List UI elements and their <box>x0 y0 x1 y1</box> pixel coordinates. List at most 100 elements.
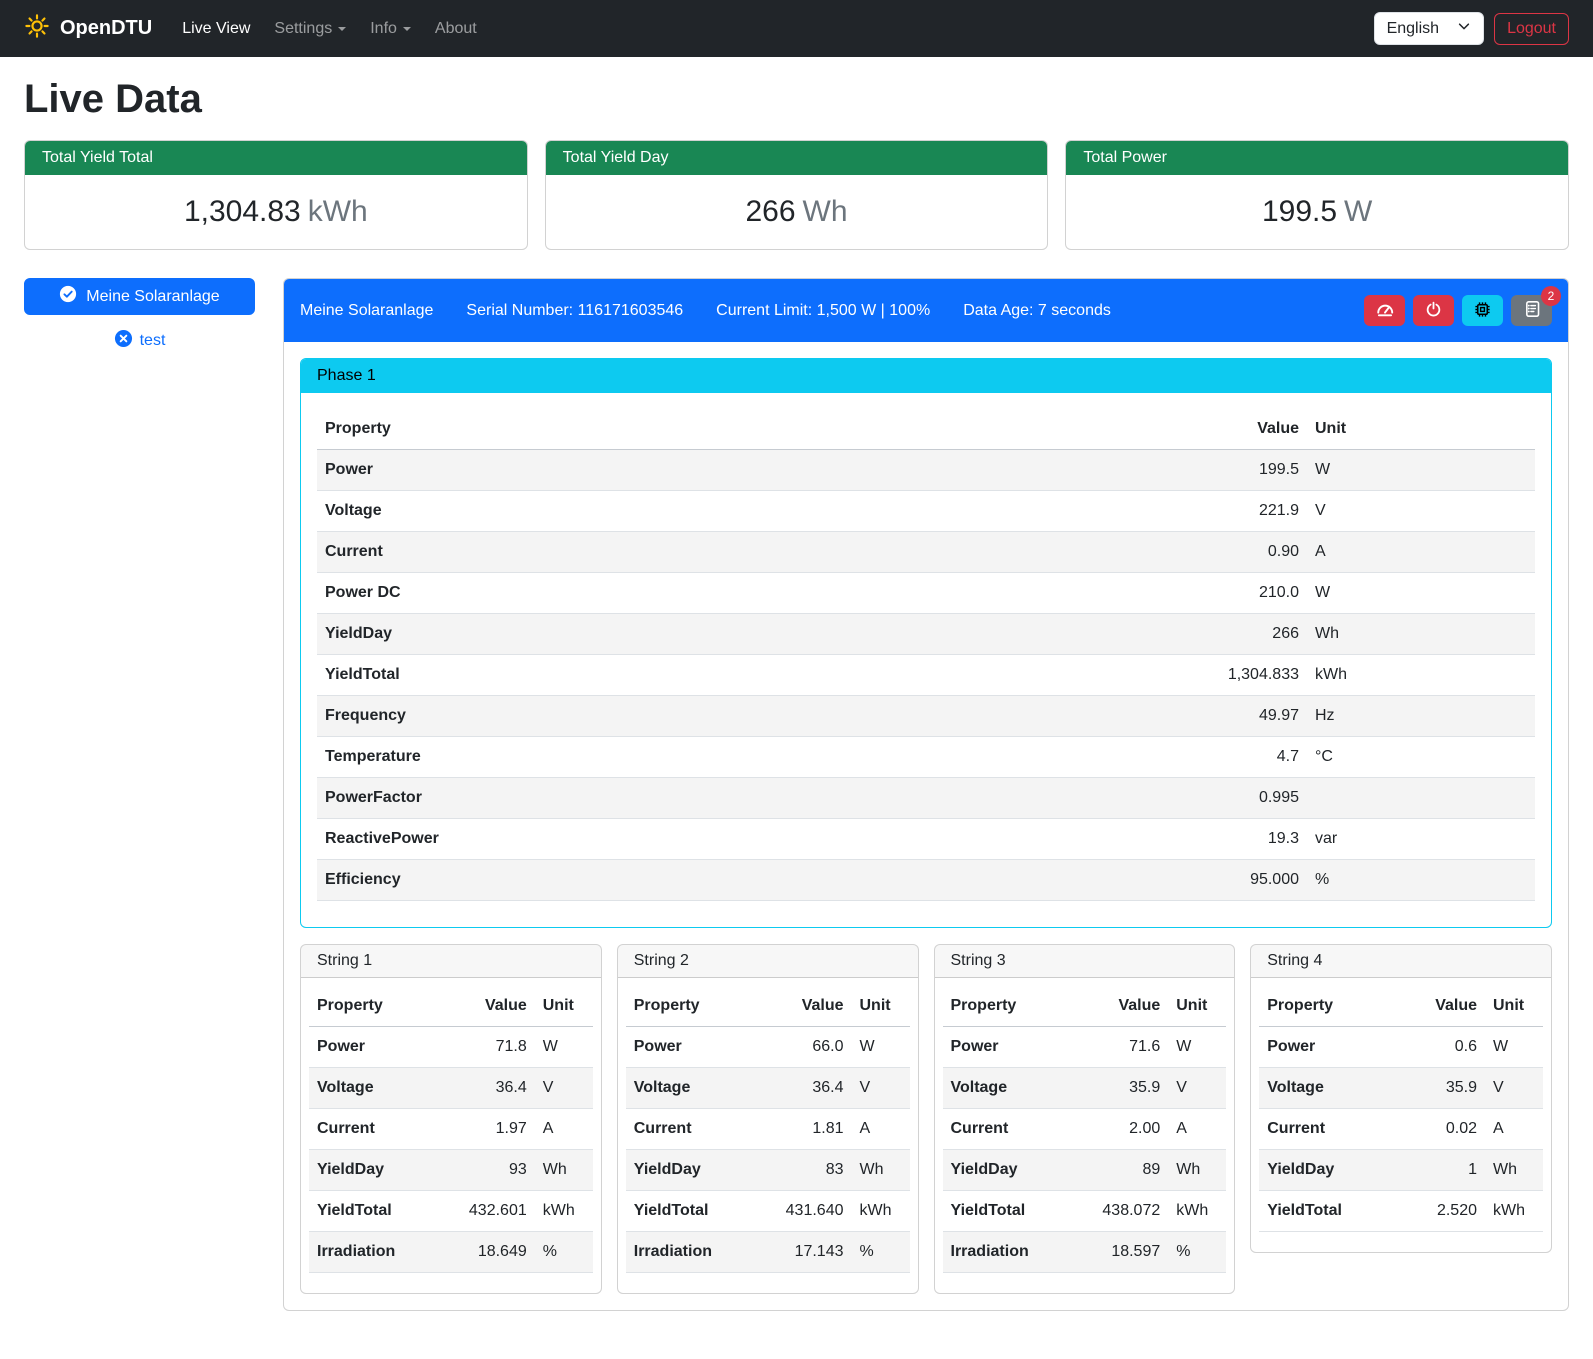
main-row: Meine Solaranlage test Meine Solaranlage… <box>24 278 1569 1311</box>
power-toggle-button[interactable] <box>1413 295 1454 326</box>
table-row: Voltage 36.4 V <box>309 1068 593 1109</box>
cell-property: Efficiency <box>317 860 909 901</box>
nav-item-info[interactable]: Info <box>362 12 419 46</box>
table-row: YieldTotal 1,304.833 kWh <box>317 655 1535 696</box>
table-row: Voltage 35.9 V <box>943 1068 1227 1109</box>
cell-property: ReactivePower <box>317 819 909 860</box>
cell-unit: A <box>852 1109 910 1150</box>
string-1-title: String 1 <box>301 945 601 978</box>
cell-property: YieldDay <box>943 1150 1070 1191</box>
cell-unit: W <box>1485 1027 1543 1068</box>
cell-unit: A <box>1485 1109 1543 1150</box>
string-1-card: String 1 Property Value Unit <box>300 944 602 1294</box>
cell-value: 266 <box>909 614 1307 655</box>
cell-unit: V <box>1168 1068 1226 1109</box>
cell-property: YieldTotal <box>309 1191 436 1232</box>
cell-value: 2.00 <box>1069 1109 1168 1150</box>
nav-links: Live View Settings Info About <box>174 12 493 46</box>
cell-value: 432.601 <box>436 1191 535 1232</box>
logout-button[interactable]: Logout <box>1494 13 1569 45</box>
language-select[interactable]: English <box>1374 12 1484 45</box>
cell-unit: W <box>1307 450 1535 491</box>
cell-unit: A <box>1307 532 1535 573</box>
card-title: Total Yield Day <box>546 141 1048 175</box>
table-row: YieldDay 83 Wh <box>626 1150 910 1191</box>
cell-property: YieldDay <box>1259 1150 1397 1191</box>
cell-property: YieldTotal <box>943 1191 1070 1232</box>
cell-unit: W <box>1168 1027 1226 1068</box>
event-count-badge: 2 <box>1541 286 1561 306</box>
card-unit: W <box>1344 195 1372 228</box>
cell-unit: V <box>852 1068 910 1109</box>
string-2-card: String 2 Property Value Unit <box>617 944 919 1294</box>
card-value-row: 266Wh <box>546 175 1048 249</box>
cell-property: Voltage <box>943 1068 1070 1109</box>
column-header-value: Value <box>752 986 851 1027</box>
inverter-name-label: test <box>140 332 166 350</box>
cell-property: YieldDay <box>626 1150 753 1191</box>
sun-logo-icon <box>24 13 50 45</box>
inverter-select-link-test[interactable]: test <box>24 329 255 353</box>
table-row: Voltage 35.9 V <box>1259 1068 1543 1109</box>
string-2-table: Property Value Unit Power 66.0 W <box>626 986 910 1273</box>
inverter-select-button-active[interactable]: Meine Solaranlage <box>24 278 255 315</box>
cell-property: Voltage <box>317 491 909 532</box>
table-header-row: Property Value Unit <box>626 986 910 1027</box>
cell-value: 199.5 <box>909 450 1307 491</box>
card-total-yield-total: Total Yield Total 1,304.83kWh <box>24 140 528 250</box>
cell-value: 18.597 <box>1069 1232 1168 1273</box>
cell-unit: % <box>535 1232 593 1273</box>
inverter-sidebar: Meine Solaranlage test <box>24 278 255 353</box>
table-row: YieldDay 89 Wh <box>943 1150 1227 1191</box>
column-header-value: Value <box>909 409 1307 450</box>
cell-value: 431.640 <box>752 1191 851 1232</box>
cell-property: Temperature <box>317 737 909 778</box>
cell-unit: V <box>535 1068 593 1109</box>
cell-value: 1.97 <box>436 1109 535 1150</box>
cell-property: Current <box>943 1109 1070 1150</box>
cell-property: Irradiation <box>309 1232 436 1273</box>
nav-item-live-view[interactable]: Live View <box>174 12 258 46</box>
nav-item-about[interactable]: About <box>427 12 485 46</box>
cell-unit: Wh <box>1168 1150 1226 1191</box>
limit-settings-button[interactable] <box>1364 295 1405 326</box>
card-title: Total Power <box>1066 141 1568 175</box>
cell-unit: % <box>1168 1232 1226 1273</box>
table-row: YieldTotal 431.640 kWh <box>626 1191 910 1232</box>
brand-link[interactable]: OpenDTU <box>24 13 152 45</box>
table-row: Power 66.0 W <box>626 1027 910 1068</box>
string-3-card: String 3 Property Value Unit <box>934 944 1236 1294</box>
cell-unit: var <box>1307 819 1535 860</box>
cell-value: 36.4 <box>752 1068 851 1109</box>
cpu-icon <box>1473 300 1492 322</box>
table-header-row: Property Value Unit <box>317 409 1535 450</box>
cell-value: 1.81 <box>752 1109 851 1150</box>
inverter-panel: Meine Solaranlage Serial Number: 1161716… <box>283 278 1569 1311</box>
table-row: Temperature 4.7 °C <box>317 737 1535 778</box>
table-row: Efficiency 95.000 % <box>317 860 1535 901</box>
inverter-name: Meine Solaranlage <box>300 302 433 320</box>
inverter-panel-body: Phase 1 Property Value Unit <box>284 342 1568 1310</box>
table-row: Power 71.8 W <box>309 1027 593 1068</box>
cell-value: 71.8 <box>436 1027 535 1068</box>
phase-1-title: Phase 1 <box>301 359 1551 393</box>
table-header-row: Property Value Unit <box>943 986 1227 1027</box>
cell-value: 438.072 <box>1069 1191 1168 1232</box>
event-log-button[interactable]: 2 <box>1511 295 1552 326</box>
device-info-button[interactable] <box>1462 295 1503 326</box>
cell-unit: kWh <box>1485 1191 1543 1232</box>
cell-value: 0.90 <box>909 532 1307 573</box>
table-row: YieldTotal 2.520 kWh <box>1259 1191 1543 1232</box>
cell-property: Irradiation <box>626 1232 753 1273</box>
journal-icon <box>1523 300 1541 321</box>
column-header-unit: Unit <box>852 986 910 1027</box>
table-row: YieldDay 93 Wh <box>309 1150 593 1191</box>
cell-property: Current <box>626 1109 753 1150</box>
table-row: Voltage 221.9 V <box>317 491 1535 532</box>
cell-value: 89 <box>1069 1150 1168 1191</box>
nav-item-settings[interactable]: Settings <box>266 12 354 46</box>
table-row: Power 199.5 W <box>317 450 1535 491</box>
cell-unit: kWh <box>852 1191 910 1232</box>
cell-value: 221.9 <box>909 491 1307 532</box>
card-unit: kWh <box>308 195 368 228</box>
